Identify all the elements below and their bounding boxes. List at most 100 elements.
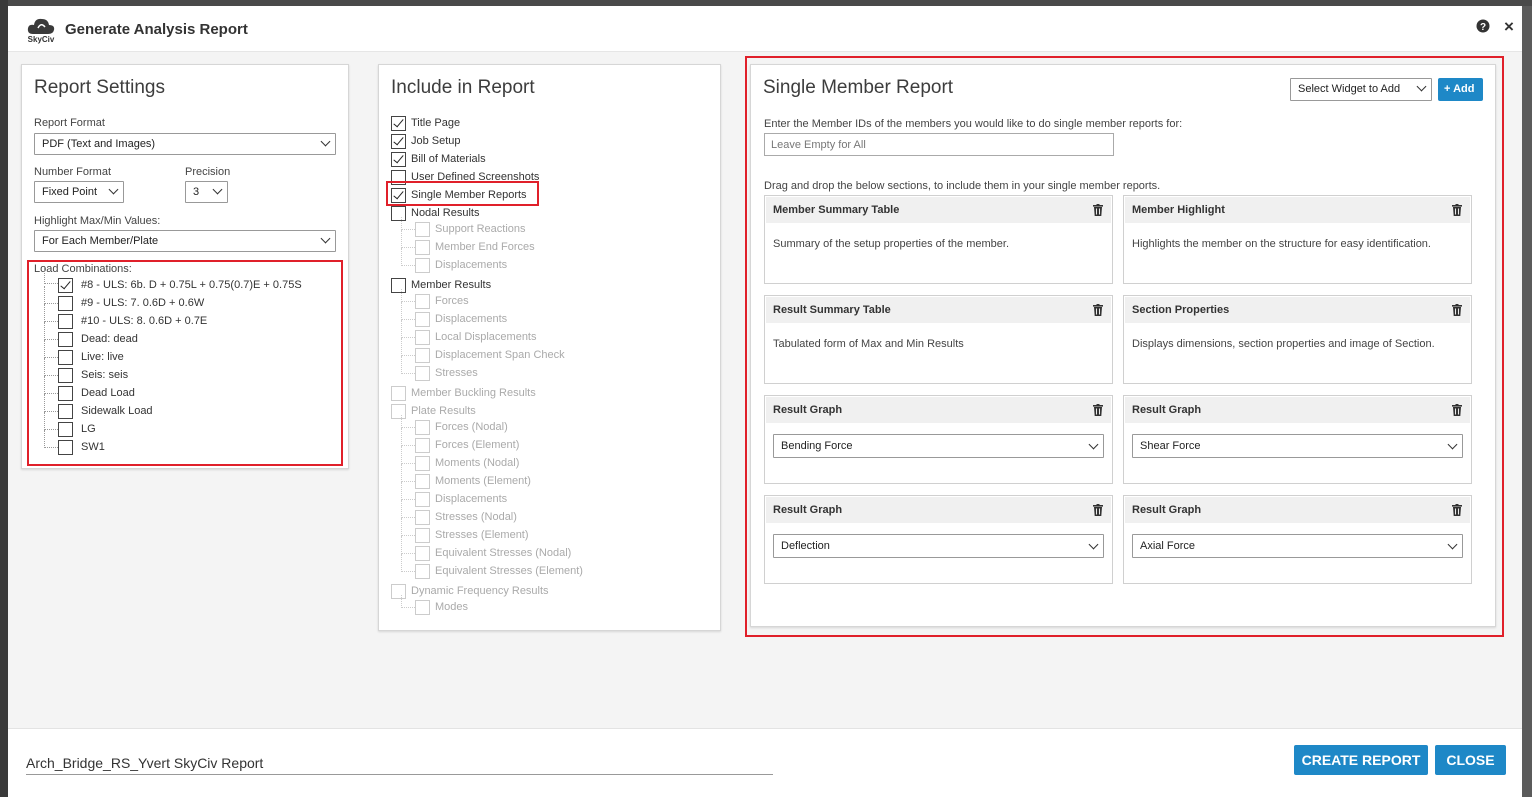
include-item-label: Bill of Materials <box>411 153 486 165</box>
include-item-label: Forces (Element) <box>435 439 520 451</box>
include-item-label: Member Buckling Results <box>411 387 536 399</box>
tree-line <box>401 415 415 428</box>
include-checkbox[interactable] <box>415 222 430 237</box>
precision-value: 3 <box>193 186 200 198</box>
close-icon[interactable]: × <box>1504 17 1514 37</box>
generate-report-modal: SkyCiv Generate Analysis Report ? × Repo… <box>8 6 1522 797</box>
report-format-select[interactable]: PDF (Text and Images) <box>34 133 336 155</box>
tree-line <box>401 289 415 302</box>
tree-line <box>401 446 415 464</box>
include-item-label: Moments (Element) <box>435 475 531 487</box>
include-item-label: Equivalent Stresses (Nodal) <box>435 547 572 559</box>
include-checkbox[interactable] <box>391 116 406 131</box>
highlight-select[interactable]: For Each Member/Plate <box>34 230 336 252</box>
include-item-label: Displacements <box>435 493 508 505</box>
tree-line <box>401 482 415 500</box>
tree-line <box>401 230 415 248</box>
include-checkbox[interactable] <box>415 456 430 471</box>
include-checkbox[interactable] <box>391 152 406 167</box>
tree-line <box>401 356 415 374</box>
include-item-label: Job Setup <box>411 135 461 147</box>
help-icon[interactable]: ? <box>1476 19 1490 36</box>
tree-line <box>401 536 415 554</box>
skyciv-logo: SkyCiv <box>24 16 58 46</box>
include-checkbox[interactable] <box>415 546 430 561</box>
include-item-label: Member Results <box>411 279 492 291</box>
highlight-box <box>745 56 1504 637</box>
modal-footer: Arch_Bridge_RS_Yvert SkyCiv Report CREAT… <box>8 728 1522 797</box>
include-checkbox[interactable] <box>415 474 430 489</box>
include-checkbox[interactable] <box>415 294 430 309</box>
include-item-label: Member End Forces <box>435 241 535 253</box>
close-button[interactable]: CLOSE <box>1435 745 1506 775</box>
include-item-label: Modes <box>435 601 469 613</box>
include-checkbox[interactable] <box>415 366 430 381</box>
report-settings-title: Report Settings <box>34 77 165 98</box>
create-report-button[interactable]: CREATE REPORT <box>1294 745 1428 775</box>
include-item-label: Stresses <box>435 367 478 379</box>
include-item-label: Local Displacements <box>435 331 537 343</box>
tree-line <box>401 464 415 482</box>
include-item-label: Displacement Span Check <box>435 349 565 361</box>
tree-line <box>401 320 415 338</box>
highlight-box <box>27 260 343 466</box>
include-item-label: Stresses (Element) <box>435 529 529 541</box>
include-item-label: Support Reactions <box>435 223 526 235</box>
highlight-label: Highlight Max/Min Values: <box>34 215 161 227</box>
include-item-label: Displacements <box>435 313 508 325</box>
include-item-label: Nodal Results <box>411 207 480 219</box>
number-format-value: Fixed Point <box>42 186 98 198</box>
include-item-label: Title Page <box>411 117 461 129</box>
precision-label: Precision <box>185 166 231 178</box>
include-title: Include in Report <box>391 77 535 98</box>
include-checkbox[interactable] <box>415 348 430 363</box>
tree-line <box>401 248 415 266</box>
cloud-logo-icon <box>27 18 55 34</box>
highlight-box <box>386 181 539 206</box>
include-checkbox[interactable] <box>415 600 430 615</box>
include-item-label: Moments (Nodal) <box>435 457 520 469</box>
include-checkbox[interactable] <box>415 420 430 435</box>
include-checkbox[interactable] <box>415 258 430 273</box>
precision-select[interactable]: 3 <box>185 181 228 203</box>
tree-line <box>401 500 415 518</box>
include-checkbox[interactable] <box>391 134 406 149</box>
logo-text: SkyCiv <box>27 35 55 44</box>
include-panel: Include in Report Title Page Job Setup Bil… <box>378 64 721 631</box>
report-name-input[interactable]: Arch_Bridge_RS_Yvert SkyCiv Report <box>26 753 773 775</box>
report-format-label: Report Format <box>34 117 105 129</box>
include-checkbox[interactable] <box>415 240 430 255</box>
number-format-label: Number Format <box>34 166 112 178</box>
background-left <box>0 0 8 797</box>
include-item-label: Forces (Nodal) <box>435 421 508 433</box>
tree-line <box>401 338 415 356</box>
include-item-label: Plate Results <box>411 405 476 417</box>
check-icon <box>393 134 404 146</box>
include-checkbox[interactable] <box>415 438 430 453</box>
tree-line <box>401 428 415 446</box>
report-format-value: PDF (Text and Images) <box>42 138 156 150</box>
tree-line <box>401 554 415 572</box>
check-icon <box>393 152 404 164</box>
include-checkbox[interactable] <box>415 330 430 345</box>
include-checkbox[interactable] <box>415 312 430 327</box>
include-checkbox[interactable] <box>391 386 406 401</box>
include-item-label: Displacements <box>435 259 508 271</box>
include-item-label: Forces <box>435 295 469 307</box>
tree-line <box>401 518 415 536</box>
chevron-down-icon <box>320 136 331 147</box>
tree-line <box>401 595 415 608</box>
include-item-label: Equivalent Stresses (Element) <box>435 565 583 577</box>
include-checkbox[interactable] <box>415 564 430 579</box>
chevron-down-icon <box>320 233 331 244</box>
tree-line <box>401 302 415 320</box>
highlight-value: For Each Member/Plate <box>42 235 159 247</box>
include-checkbox[interactable] <box>415 528 430 543</box>
include-checkbox[interactable] <box>415 510 430 525</box>
include-item-label: Dynamic Frequency Results <box>411 585 549 597</box>
include-checkbox[interactable] <box>415 492 430 507</box>
include-item-label: Stresses (Nodal) <box>435 511 517 523</box>
svg-text:?: ? <box>1480 22 1486 33</box>
modal-header: SkyCiv Generate Analysis Report ? × <box>8 6 1522 52</box>
number-format-select[interactable]: Fixed Point <box>34 181 124 203</box>
